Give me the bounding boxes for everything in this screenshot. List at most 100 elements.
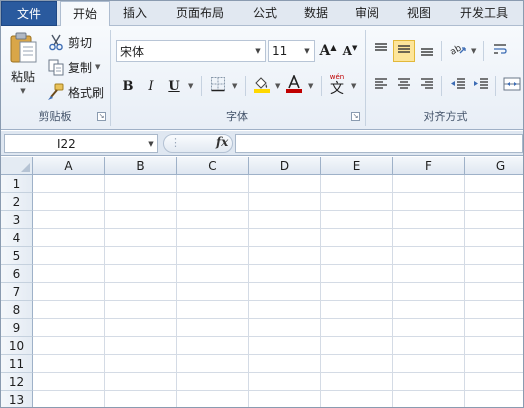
cell-d1[interactable] <box>249 175 321 193</box>
chevron-down-icon[interactable]: ▼ <box>188 82 193 90</box>
font-name-select[interactable]: 宋体 ▼ <box>116 40 266 62</box>
row-header-4[interactable]: 4 <box>1 229 33 247</box>
cell-b12[interactable] <box>105 373 177 391</box>
cell-b10[interactable] <box>105 337 177 355</box>
fill-color-button[interactable] <box>251 75 273 97</box>
top-align-button[interactable] <box>370 40 392 62</box>
cell-f3[interactable] <box>393 211 465 229</box>
drag-handle-icon[interactable]: ⋮ <box>170 136 181 149</box>
column-header-b[interactable]: B <box>105 157 177 175</box>
cell-f5[interactable] <box>393 247 465 265</box>
cell-e10[interactable] <box>321 337 393 355</box>
chevron-down-icon[interactable]: ▼ <box>232 82 237 90</box>
clipboard-launcher-icon[interactable]: ↘ <box>97 112 106 121</box>
column-header-e[interactable]: E <box>321 157 393 175</box>
row-header-11[interactable]: 11 <box>1 355 33 373</box>
grow-font-button[interactable]: A ▲ <box>317 40 339 62</box>
row-header-2[interactable]: 2 <box>1 193 33 211</box>
cell-e2[interactable] <box>321 193 393 211</box>
tab-formulas[interactable]: 公式 <box>242 1 288 26</box>
row-header-8[interactable]: 8 <box>1 301 33 319</box>
cell-d7[interactable] <box>249 283 321 301</box>
cell-b2[interactable] <box>105 193 177 211</box>
cell-d2[interactable] <box>249 193 321 211</box>
cell-b9[interactable] <box>105 319 177 337</box>
cell-d5[interactable] <box>249 247 321 265</box>
cell-b4[interactable] <box>105 229 177 247</box>
cell-f13[interactable] <box>393 391 465 407</box>
cell-c11[interactable] <box>177 355 249 373</box>
cell-a11[interactable] <box>33 355 105 373</box>
chevron-down-icon[interactable]: ▼ <box>20 87 25 95</box>
cell-d10[interactable] <box>249 337 321 355</box>
cell-c10[interactable] <box>177 337 249 355</box>
underline-button[interactable]: U <box>163 75 185 97</box>
bottom-align-button[interactable] <box>416 40 438 62</box>
cell-c4[interactable] <box>177 229 249 247</box>
cell-e7[interactable] <box>321 283 393 301</box>
cell-c6[interactable] <box>177 265 249 283</box>
cell-e4[interactable] <box>321 229 393 247</box>
row-header-9[interactable]: 9 <box>1 319 33 337</box>
align-left-button[interactable] <box>370 75 392 97</box>
tab-data[interactable]: 数据 <box>293 1 339 26</box>
cell-f4[interactable] <box>393 229 465 247</box>
cell-g5[interactable] <box>465 247 523 265</box>
column-header-a[interactable]: A <box>33 157 105 175</box>
cell-f11[interactable] <box>393 355 465 373</box>
chevron-down-icon[interactable]: ▼ <box>351 82 356 90</box>
cell-b13[interactable] <box>105 391 177 407</box>
cell-g9[interactable] <box>465 319 523 337</box>
cell-g12[interactable] <box>465 373 523 391</box>
cell-a9[interactable] <box>33 319 105 337</box>
cell-c5[interactable] <box>177 247 249 265</box>
chevron-down-icon[interactable]: ▼ <box>145 140 157 148</box>
phonetic-guide-button[interactable]: wén 文 <box>327 72 347 98</box>
cell-e13[interactable] <box>321 391 393 407</box>
cell-b11[interactable] <box>105 355 177 373</box>
cell-g2[interactable] <box>465 193 523 211</box>
chevron-down-icon[interactable]: ▼ <box>300 47 314 55</box>
cell-e11[interactable] <box>321 355 393 373</box>
cell-b6[interactable] <box>105 265 177 283</box>
name-box[interactable]: I22 ▼ <box>4 134 158 153</box>
cell-f6[interactable] <box>393 265 465 283</box>
cell-f9[interactable] <box>393 319 465 337</box>
cell-a13[interactable] <box>33 391 105 407</box>
cell-b5[interactable] <box>105 247 177 265</box>
cell-g8[interactable] <box>465 301 523 319</box>
cell-a8[interactable] <box>33 301 105 319</box>
align-right-button[interactable] <box>416 75 438 97</box>
decrease-indent-button[interactable] <box>447 75 469 97</box>
cell-g1[interactable] <box>465 175 523 193</box>
chevron-down-icon[interactable]: ▼ <box>471 47 476 55</box>
tab-file[interactable]: 文件 <box>1 1 57 26</box>
column-header-c[interactable]: C <box>177 157 249 175</box>
cell-c12[interactable] <box>177 373 249 391</box>
font-launcher-icon[interactable]: ↘ <box>351 112 360 121</box>
formula-input[interactable] <box>235 134 523 153</box>
font-color-button[interactable] <box>283 73 305 97</box>
bold-button[interactable]: B <box>117 75 139 97</box>
cell-e3[interactable] <box>321 211 393 229</box>
cell-d8[interactable] <box>249 301 321 319</box>
cell-g11[interactable] <box>465 355 523 373</box>
row-header-7[interactable]: 7 <box>1 283 33 301</box>
cell-e8[interactable] <box>321 301 393 319</box>
cell-f2[interactable] <box>393 193 465 211</box>
row-header-1[interactable]: 1 <box>1 175 33 193</box>
cell-e12[interactable] <box>321 373 393 391</box>
format-painter-button[interactable]: 格式刷 <box>47 82 104 102</box>
cell-e6[interactable] <box>321 265 393 283</box>
cell-e1[interactable] <box>321 175 393 193</box>
tab-page-layout[interactable]: 页面布局 <box>163 1 237 26</box>
shrink-font-button[interactable]: A ▼ <box>339 40 361 62</box>
cell-e9[interactable] <box>321 319 393 337</box>
cell-f10[interactable] <box>393 337 465 355</box>
tab-developer[interactable]: 开发工具 <box>449 1 519 26</box>
font-size-select[interactable]: 11 ▼ <box>268 40 315 62</box>
cell-b7[interactable] <box>105 283 177 301</box>
cell-g7[interactable] <box>465 283 523 301</box>
tab-home[interactable]: 开始 <box>60 1 110 27</box>
cell-a3[interactable] <box>33 211 105 229</box>
